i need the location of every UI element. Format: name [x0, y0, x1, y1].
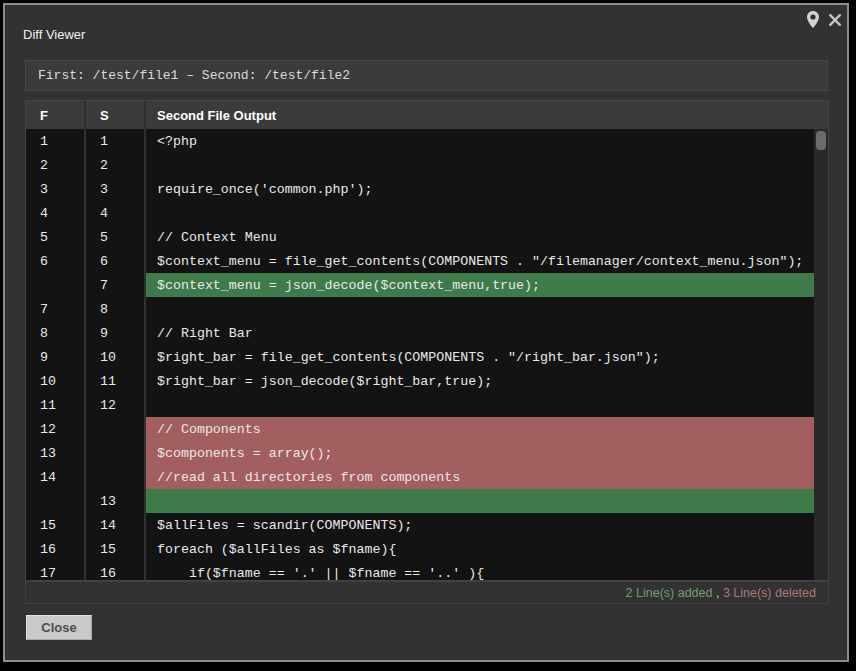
close-button[interactable]: Close	[26, 615, 92, 640]
code-line: // Right Bar	[146, 321, 814, 345]
code-line: $context_menu = file_get_contents(COMPON…	[146, 249, 814, 273]
first-file-line-number: 6	[26, 249, 86, 273]
files-summary-bar: First: /test/file1 – Second: /test/file2	[25, 60, 828, 91]
titlebar-icons	[806, 10, 842, 29]
second-file-line-number	[86, 465, 146, 489]
second-file-line-number: 5	[86, 225, 146, 249]
code-line	[146, 201, 814, 225]
second-file-line-number: 6	[86, 249, 146, 273]
code-line	[146, 153, 814, 177]
table-row: 13	[26, 489, 814, 513]
code-line: require_once('common.php');	[146, 177, 814, 201]
code-line: //read all directories from components	[146, 465, 814, 489]
table-row: 12 // Components	[26, 417, 814, 441]
first-file-line-number: 8	[26, 321, 86, 345]
second-file-line-number: 13	[86, 489, 146, 513]
code-line: $allFiles = scandir(COMPONENTS);	[146, 513, 814, 537]
first-file-line-number: 3	[26, 177, 86, 201]
location-pin-icon[interactable]	[806, 10, 820, 29]
code-line	[146, 297, 814, 321]
code-line: $right_bar = file_get_contents(COMPONENT…	[146, 345, 814, 369]
dialog-title: Diff Viewer	[23, 27, 85, 42]
first-file-line-number: 15	[26, 513, 86, 537]
second-file-line-number: 8	[86, 297, 146, 321]
table-row: 13 $components = array();	[26, 441, 814, 465]
first-file-line-number: 12	[26, 417, 86, 441]
table-row: 11<?php	[26, 129, 814, 153]
table-row: 22	[26, 153, 814, 177]
first-file-line-number: 5	[26, 225, 86, 249]
table-row: 78	[26, 297, 814, 321]
diff-table-body: 11<?php2233require_once('common.php');44…	[26, 129, 828, 580]
second-file-line-number: 4	[86, 201, 146, 225]
second-file-line-number: 2	[86, 153, 146, 177]
diff-summary-bar: 2 Line(s) added , 3 Line(s) deleted	[25, 581, 829, 604]
code-line: if($fname == '.' || $fname == '..' ){	[146, 561, 814, 580]
lines-added-count: 2 Line(s) added	[626, 586, 713, 600]
second-file-line-number: 10	[86, 345, 146, 369]
first-file-line-number: 11	[26, 393, 86, 417]
table-row: 33require_once('common.php');	[26, 177, 814, 201]
second-file-line-number: 9	[86, 321, 146, 345]
first-file-line-number: 1	[26, 129, 86, 153]
table-row: 1011$right_bar = json_decode($right_bar,…	[26, 369, 814, 393]
lines-deleted-count: 3 Line(s) deleted	[723, 586, 816, 600]
first-file-line-number: 2	[26, 153, 86, 177]
code-line: $components = array();	[146, 441, 814, 465]
table-row: 44	[26, 201, 814, 225]
scrollbar-thumb[interactable]	[816, 131, 826, 150]
code-line: // Components	[146, 417, 814, 441]
first-file-line-number: 13	[26, 441, 86, 465]
files-summary-text: First: /test/file1 – Second: /test/file2	[38, 68, 350, 83]
second-file-line-number: 3	[86, 177, 146, 201]
column-header-second: S	[86, 101, 146, 129]
table-row: 14 //read all directories from components	[26, 465, 814, 489]
code-line: <?php	[146, 129, 814, 153]
table-row: 910$right_bar = file_get_contents(COMPON…	[26, 345, 814, 369]
second-file-line-number: 7	[86, 273, 146, 297]
diff-table: F S Second File Output 11<?php2233requir…	[25, 100, 829, 581]
second-file-line-number: 14	[86, 513, 146, 537]
table-row: 1112	[26, 393, 814, 417]
second-file-line-number: 1	[86, 129, 146, 153]
table-row: 1615foreach ($allFiles as $fname){	[26, 537, 814, 561]
second-file-line-number: 11	[86, 369, 146, 393]
table-row: 1514$allFiles = scandir(COMPONENTS);	[26, 513, 814, 537]
vertical-scrollbar[interactable]	[814, 129, 828, 580]
second-file-line-number	[86, 417, 146, 441]
first-file-line-number: 7	[26, 297, 86, 321]
first-file-line-number: 14	[26, 465, 86, 489]
code-line	[146, 393, 814, 417]
count-separator: ,	[712, 586, 722, 600]
table-row: 1716 if($fname == '.' || $fname == '..' …	[26, 561, 814, 580]
table-row: 66$context_menu = file_get_contents(COMP…	[26, 249, 814, 273]
first-file-line-number	[26, 273, 86, 297]
second-file-line-number: 16	[86, 561, 146, 580]
first-file-line-number: 9	[26, 345, 86, 369]
code-line: $right_bar = json_decode($right_bar,true…	[146, 369, 814, 393]
first-file-line-number: 4	[26, 201, 86, 225]
table-row: 55// Context Menu	[26, 225, 814, 249]
column-header-first: F	[26, 101, 86, 129]
table-row: 7$context_menu = json_decode($context_me…	[26, 273, 814, 297]
table-row: 89// Right Bar	[26, 321, 814, 345]
first-file-line-number: 17	[26, 561, 86, 580]
code-line: foreach ($allFiles as $fname){	[146, 537, 814, 561]
second-file-line-number	[86, 441, 146, 465]
second-file-line-number: 15	[86, 537, 146, 561]
close-icon[interactable]	[828, 13, 842, 27]
diff-rows: 11<?php2233require_once('common.php');44…	[26, 129, 814, 580]
first-file-line-number: 10	[26, 369, 86, 393]
code-line: $context_menu = json_decode($context_men…	[146, 273, 814, 297]
code-line	[146, 489, 814, 513]
first-file-line-number: 16	[26, 537, 86, 561]
diff-table-header: F S Second File Output	[26, 101, 828, 129]
second-file-line-number: 12	[86, 393, 146, 417]
column-header-output: Second File Output	[146, 101, 828, 129]
code-line: // Context Menu	[146, 225, 814, 249]
first-file-line-number	[26, 489, 86, 513]
diff-viewer-dialog: Diff Viewer First: /test/file1 – Second:…	[3, 3, 849, 662]
